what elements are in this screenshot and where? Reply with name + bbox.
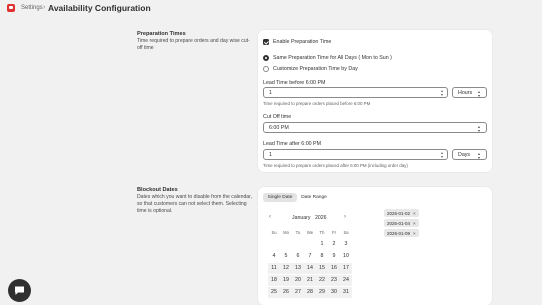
cutoff-time-value: 6:00 PM xyxy=(269,124,289,131)
lead-before-hint: Time required to prepare orders placed b… xyxy=(263,101,371,106)
app-logo-icon[interactable] xyxy=(7,4,15,12)
calendar-day[interactable]: 18 xyxy=(268,275,280,286)
selected-date-value: 2026-01-02 xyxy=(387,210,411,216)
chevron-updown-icon xyxy=(477,152,482,159)
close-icon[interactable]: × xyxy=(413,231,416,236)
chevron-updown-icon xyxy=(477,125,482,132)
lead-before-unit-value: Hours xyxy=(458,89,473,96)
calendar-day[interactable]: 6 xyxy=(292,251,304,262)
spinner-icon[interactable] xyxy=(440,152,445,158)
calendar-day[interactable]: 30 xyxy=(328,287,340,298)
calendar-day[interactable]: 12 xyxy=(280,263,292,274)
weekday-label: Fr xyxy=(332,230,336,235)
calendar-day[interactable]: 22 xyxy=(316,275,328,286)
lead-after-value: 1 xyxy=(269,151,272,158)
weekday-label: Sa xyxy=(343,230,349,235)
calendar-day[interactable]: 2 xyxy=(328,239,340,250)
weekday-label: Su xyxy=(271,230,277,235)
calendar-day[interactable]: 8 xyxy=(316,251,328,262)
calendar-day[interactable]: 3 xyxy=(340,239,352,250)
close-icon[interactable]: × xyxy=(413,211,416,216)
cutoff-label: Cut Off time xyxy=(263,114,292,120)
page-title: Availability Configuration xyxy=(48,3,151,13)
weekday-label: Tu xyxy=(295,230,301,235)
calendar-day[interactable]: 9 xyxy=(328,251,340,262)
radio-custom-by-day[interactable]: Customize Preparation Time by Day xyxy=(263,66,358,72)
calendar-day[interactable]: 15 xyxy=(316,263,328,274)
enable-preparation-label: Enable Preparation Time xyxy=(273,39,332,45)
calendar-day[interactable]: 10 xyxy=(340,251,352,262)
lead-before-input[interactable]: 1 xyxy=(263,87,448,98)
radio-unselected-icon[interactable] xyxy=(263,66,269,72)
calendar-prev-button[interactable]: ‹ xyxy=(269,214,271,220)
blockout-section-description: Dates which you want to disable from the… xyxy=(137,194,252,215)
weekday-label: Mo xyxy=(283,230,289,235)
blockout-section-title: Blockout Dates xyxy=(137,187,178,193)
lead-after-unit-select[interactable]: Days xyxy=(452,149,487,160)
lead-after-hint: Time required to prepare orders placed a… xyxy=(263,163,408,168)
radio-same-time-label: Same Preparation Time for All Days ( Mon… xyxy=(273,55,392,61)
calendar-day[interactable]: 23 xyxy=(328,275,340,286)
calendar-day[interactable]: 7 xyxy=(304,251,316,262)
preparation-section-title: Preparation Times xyxy=(137,31,186,37)
radio-custom-by-day-label: Customize Preparation Time by Day xyxy=(273,66,358,72)
chevron-updown-icon xyxy=(477,90,482,97)
calendar-day[interactable]: 11 xyxy=(268,263,280,274)
calendar-day[interactable]: 19 xyxy=(280,275,292,286)
selected-date-tag: 2026-01-09 × xyxy=(384,229,419,237)
calendar-day[interactable]: 13 xyxy=(292,263,304,274)
calendar-day[interactable]: 20 xyxy=(292,275,304,286)
calendar-day[interactable]: 4 xyxy=(268,251,280,262)
weekday-label: We xyxy=(306,230,314,235)
calendar-day[interactable]: 26 xyxy=(280,287,292,298)
cutoff-time-select[interactable]: 6:00 PM xyxy=(263,122,487,133)
tab-date-range[interactable]: Date Range xyxy=(298,193,330,202)
tab-single-date[interactable]: Single Date xyxy=(263,193,297,202)
close-icon[interactable]: × xyxy=(413,221,416,226)
radio-selected-icon[interactable] xyxy=(263,55,269,61)
lead-before-unit-select[interactable]: Hours xyxy=(452,87,487,98)
calendar-month: January xyxy=(292,215,311,221)
calendar-next-button[interactable]: › xyxy=(344,214,346,220)
lead-before-label: Lead Time before 6:00 PM xyxy=(263,80,326,86)
selected-date-tag: 2026-01-04 × xyxy=(384,219,419,227)
calendar-day[interactable]: 16 xyxy=(328,263,340,274)
checkbox-checked-icon[interactable] xyxy=(263,39,269,45)
preparation-section-description: Time required to prepare orders and day … xyxy=(137,38,250,52)
spinner-icon[interactable] xyxy=(440,90,445,96)
calendar-day[interactable]: 24 xyxy=(340,275,352,286)
lead-after-input[interactable]: 1 xyxy=(263,149,448,160)
calendar-day[interactable]: 14 xyxy=(304,263,316,274)
enable-preparation-checkbox-row[interactable]: Enable Preparation Time xyxy=(263,39,331,45)
calendar-day[interactable]: 1 xyxy=(316,239,328,250)
chat-button[interactable] xyxy=(8,279,31,302)
selected-date-value: 2026-01-04 xyxy=(387,220,411,226)
top-bar: Settings › Availability Configuration xyxy=(0,0,542,18)
chat-bubble-icon xyxy=(15,286,24,295)
calendar-day[interactable]: 27 xyxy=(292,287,304,298)
selected-date-tag: 2026-01-02 × xyxy=(384,209,419,217)
lead-after-label: Lead Time after 6:00 PM xyxy=(263,141,322,147)
calendar-day[interactable]: 17 xyxy=(340,263,352,274)
calendar-year[interactable]: 2026 xyxy=(315,215,327,221)
calendar-day[interactable]: 28 xyxy=(304,287,316,298)
calendar-day[interactable]: 25 xyxy=(268,287,280,298)
weekday-label: Th xyxy=(319,230,325,235)
breadcrumb-separator: › xyxy=(43,4,46,11)
breadcrumb-settings[interactable]: Settings xyxy=(21,5,43,11)
calendar-day[interactable]: 29 xyxy=(316,287,328,298)
calendar-day[interactable]: 31 xyxy=(340,287,352,298)
radio-same-time[interactable]: Same Preparation Time for All Days ( Mon… xyxy=(263,55,392,61)
lead-after-unit-value: Days xyxy=(458,151,471,158)
lead-before-value: 1 xyxy=(269,89,272,96)
selected-date-value: 2026-01-09 xyxy=(387,230,411,236)
calendar-day[interactable]: 5 xyxy=(280,251,292,262)
calendar-day[interactable]: 21 xyxy=(304,275,316,286)
